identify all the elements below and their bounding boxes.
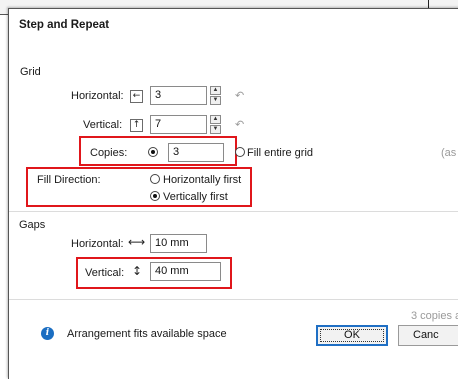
vertically-first-label: Vertically first bbox=[163, 191, 228, 203]
fill-entire-grid-radio[interactable] bbox=[235, 147, 245, 157]
stepper-down-icon[interactable]: ▼ bbox=[210, 125, 221, 134]
footer-divider bbox=[9, 299, 458, 300]
cancel-button-label: Canc bbox=[413, 329, 439, 341]
fill-direction-label: Fill Direction: bbox=[37, 174, 101, 186]
cancel-button[interactable]: Canc bbox=[398, 325, 458, 346]
fill-entire-grid-label: Fill entire grid bbox=[247, 147, 314, 159]
horizontally-first-radio[interactable] bbox=[150, 174, 160, 184]
grid-horizontal-input[interactable]: 3 bbox=[150, 86, 207, 105]
step-and-repeat-dialog: Step and Repeat Grid Horizontal: ← 3 ▲ ▼… bbox=[8, 8, 458, 379]
grid-vertical-input[interactable]: 7 bbox=[150, 115, 207, 134]
copies-radio[interactable] bbox=[148, 147, 158, 157]
stepper-up-icon[interactable]: ▲ bbox=[210, 115, 221, 124]
grid-horizontal-stepper[interactable]: ▲ ▼ bbox=[210, 86, 221, 105]
copies-summary-text: 3 copies a bbox=[411, 310, 458, 322]
grid-hint-text: (as bbox=[441, 147, 457, 159]
horizontally-first-label: Horizontally first bbox=[163, 174, 242, 186]
gap-horizontal-label: Horizontal: bbox=[71, 238, 124, 250]
info-icon: i bbox=[41, 327, 54, 340]
dialog-title: Step and Repeat bbox=[19, 19, 110, 31]
gap-vertical-label: Vertical: bbox=[85, 267, 125, 279]
status-message: Arrangement fits available space bbox=[67, 328, 227, 340]
gap-horizontal-input[interactable]: 10 mm bbox=[150, 234, 207, 253]
reset-vertical-icon[interactable]: ↶ bbox=[235, 118, 244, 131]
horizontal-arrows-icon: ⟷ bbox=[128, 235, 146, 249]
vertical-arrows-icon: ↕ bbox=[132, 264, 143, 278]
copies-input[interactable]: 3 bbox=[168, 143, 224, 162]
stepper-up-icon[interactable]: ▲ bbox=[210, 86, 221, 95]
gaps-heading: Gaps bbox=[19, 219, 46, 231]
ok-button[interactable]: OK bbox=[316, 325, 388, 346]
grid-vertical-stepper[interactable]: ▲ ▼ bbox=[210, 115, 221, 134]
arrow-left-icon: ← bbox=[130, 90, 143, 103]
focus-ring bbox=[320, 329, 384, 342]
grid-horizontal-label: Horizontal: bbox=[71, 90, 124, 102]
section-divider bbox=[9, 211, 458, 212]
stepper-down-icon[interactable]: ▼ bbox=[210, 96, 221, 105]
copies-label: Copies: bbox=[90, 147, 128, 159]
reset-horizontal-icon[interactable]: ↶ bbox=[235, 89, 244, 102]
grid-vertical-label: Vertical: bbox=[83, 119, 123, 131]
arrow-up-icon: ↑ bbox=[130, 119, 143, 132]
vertically-first-radio[interactable] bbox=[150, 191, 160, 201]
gap-vertical-input[interactable]: 40 mm bbox=[150, 262, 221, 281]
grid-heading: Grid bbox=[20, 66, 41, 78]
